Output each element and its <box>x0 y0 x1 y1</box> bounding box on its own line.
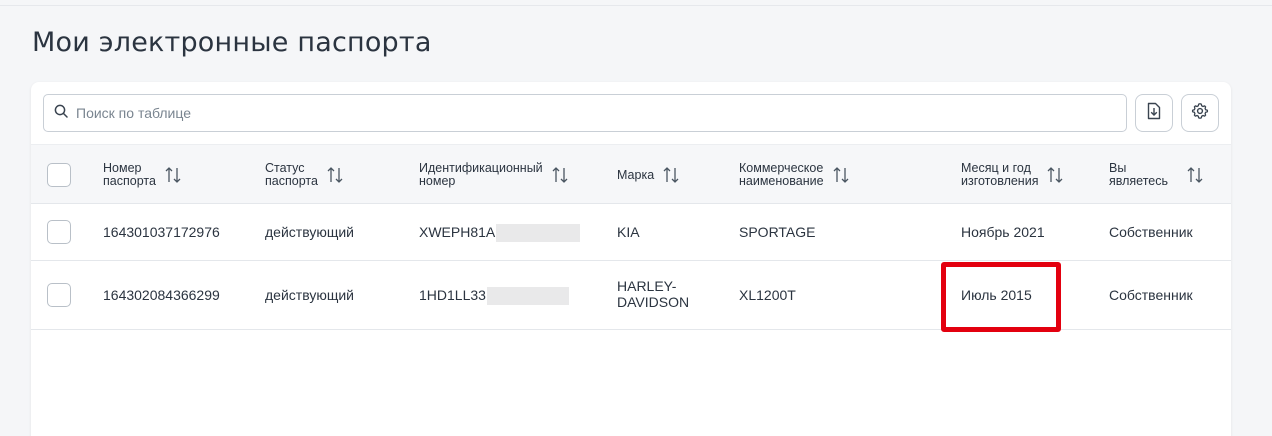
column-header-status[interactable]: Статус паспорта <box>265 145 344 205</box>
highlight-box <box>941 262 1061 332</box>
redacted-block <box>486 287 569 306</box>
sort-icon[interactable] <box>326 166 344 184</box>
table-settings-button[interactable] <box>1181 94 1219 132</box>
sort-icon[interactable] <box>832 166 850 184</box>
sort-icon[interactable] <box>164 166 182 184</box>
column-header-role[interactable]: Вы являетесь <box>1109 145 1204 205</box>
table-header: Номер паспорта Статус паспорта Идентифик… <box>31 144 1231 204</box>
row-checkbox[interactable] <box>47 283 71 307</box>
brand-cell: KIA <box>617 224 640 240</box>
sort-icon[interactable] <box>551 166 569 184</box>
column-label: Месяц и год изготовления <box>961 161 1039 188</box>
table-search[interactable] <box>43 94 1127 132</box>
vin-cell: 1HD1LL33 <box>419 287 569 306</box>
role-cell: Собственник <box>1109 224 1193 240</box>
vin-visible-part: XWEPH81A <box>419 224 496 240</box>
column-header-brand[interactable]: Марка <box>617 145 680 205</box>
passport-number-cell: 164301037172976 <box>103 224 220 240</box>
column-header-manufactured[interactable]: Месяц и год изготовления <box>961 145 1064 205</box>
status-cell: действующий <box>265 287 354 303</box>
sort-icon[interactable] <box>1046 166 1064 184</box>
download-file-icon <box>1146 102 1162 125</box>
column-header-passport-number[interactable]: Номер паспорта <box>103 145 182 205</box>
manufactured-cell: Ноябрь 2021 <box>961 224 1045 240</box>
search-input[interactable] <box>76 105 976 121</box>
gear-icon <box>1191 102 1209 125</box>
column-label: Статус паспорта <box>265 161 318 188</box>
status-cell: действующий <box>265 224 354 240</box>
page-title: Мои электронные паспорта <box>32 27 432 58</box>
column-label: Вы являетесь <box>1109 161 1169 188</box>
redacted-block <box>496 224 581 243</box>
row-checkbox[interactable] <box>47 220 71 244</box>
role-cell: Собственник <box>1109 287 1193 303</box>
model-cell: XL1200T <box>739 287 796 303</box>
column-header-vin[interactable]: Идентификационный номер <box>419 145 569 205</box>
column-label: Идентификационный номер <box>419 161 543 188</box>
vin-cell: XWEPH81A <box>419 224 581 243</box>
select-all-checkbox[interactable] <box>47 163 71 187</box>
table-row[interactable]: 164301037172976 действующий XWEPH81A KIA… <box>31 204 1231 261</box>
column-label: Номер паспорта <box>103 161 156 188</box>
brand-cell: HARLEY- DAVIDSON <box>617 278 690 310</box>
column-label: Марка <box>617 167 655 182</box>
search-icon <box>54 104 68 123</box>
passports-table-card: Номер паспорта Статус паспорта Идентифик… <box>31 82 1231 436</box>
column-label: Коммерческое наименование <box>739 161 824 188</box>
column-header-model[interactable]: Коммерческое наименование <box>739 145 850 205</box>
download-button[interactable] <box>1135 94 1173 132</box>
passport-number-cell: 164302084366299 <box>103 287 220 303</box>
sort-icon[interactable] <box>662 166 680 184</box>
vin-visible-part: 1HD1LL33 <box>419 287 486 303</box>
model-cell: SPORTAGE <box>739 224 816 240</box>
top-divider <box>0 5 1272 6</box>
sort-icon[interactable] <box>1186 166 1204 184</box>
